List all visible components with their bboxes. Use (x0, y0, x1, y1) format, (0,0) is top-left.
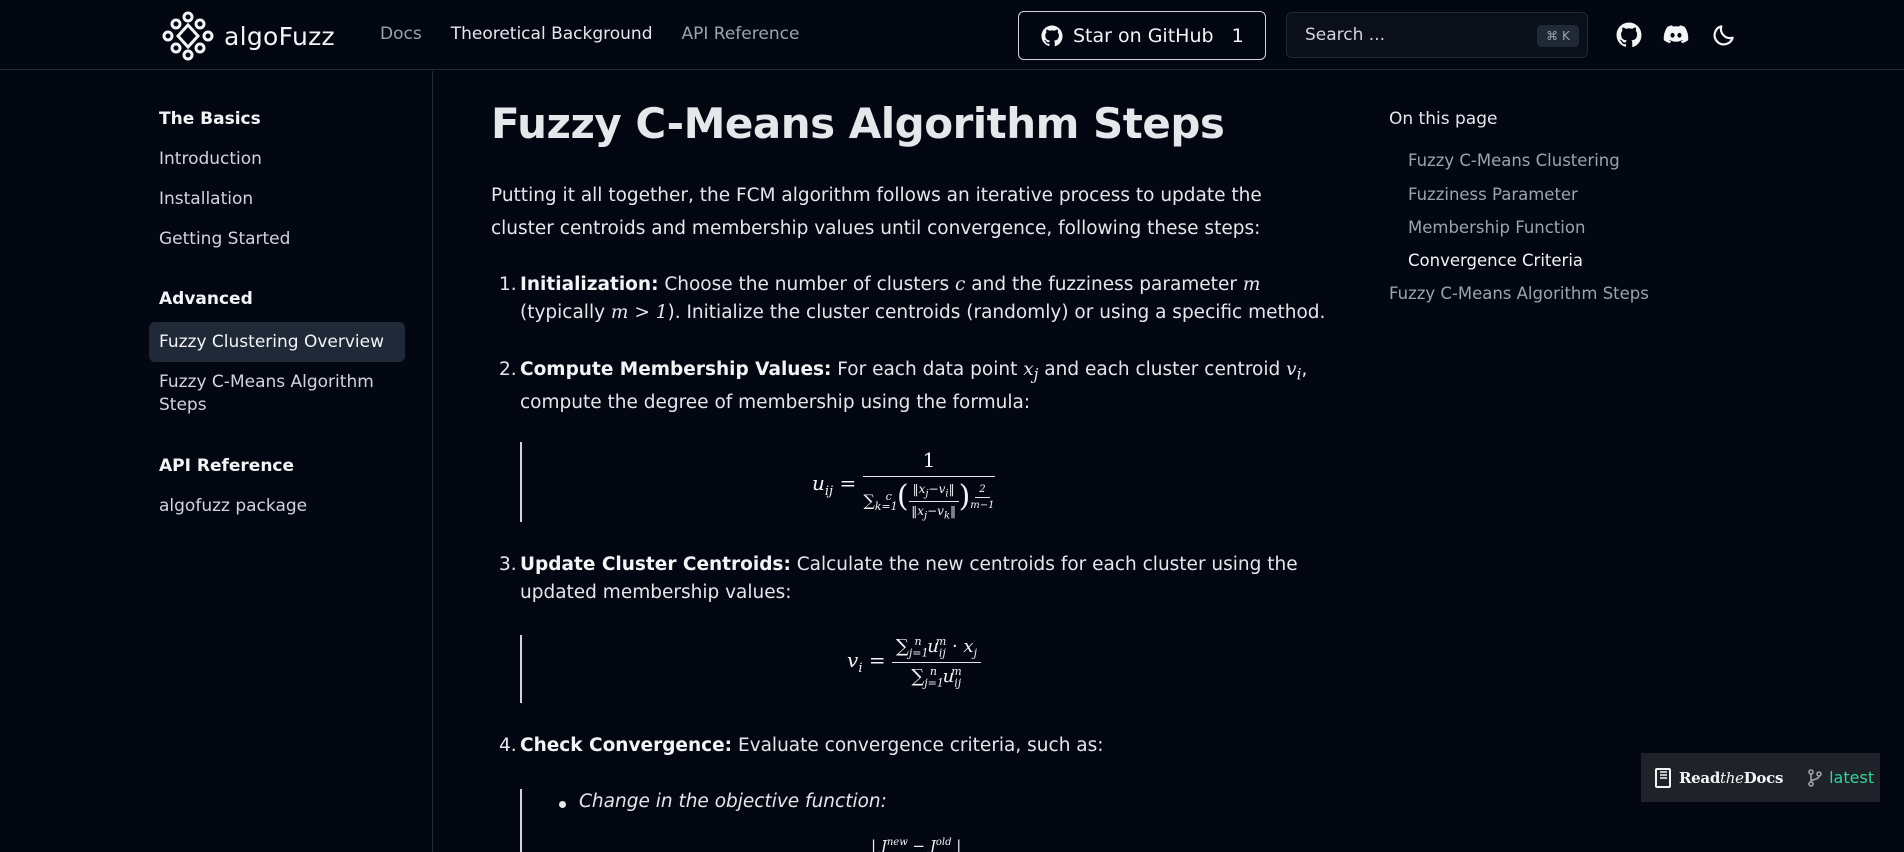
step-heading: Initialization: (520, 274, 659, 295)
github-icon[interactable] (1616, 22, 1642, 48)
toc-item-convergence-criteria[interactable]: Convergence Criteria (1408, 251, 1583, 270)
toc-item-membership-function[interactable]: Membership Function (1408, 218, 1585, 237)
nav-docs[interactable]: Docs (380, 24, 422, 44)
section-advanced: Advanced (159, 289, 253, 309)
step-number: 4. (499, 735, 517, 756)
formula-membership: uij = 1 ∑k=1c (‖xj−vi‖ ‖xj−vk‖) 2 m−1 (812, 448, 996, 522)
step-number: 3. (499, 554, 517, 575)
membership-formula: uij = 1 ∑k=1c (‖xj−vi‖ ‖xj−vk‖) 2 m−1 (520, 442, 1332, 522)
step-body: and the fuzziness parameter (965, 274, 1243, 295)
step-text: Compute Membership Values: For each data… (520, 356, 1340, 417)
search-placeholder: Search ... (1305, 25, 1386, 45)
step-heading: Compute Membership Values: (520, 359, 832, 380)
math-var: vi (1286, 359, 1302, 384)
sidebar-item-fcm-steps[interactable]: Fuzzy C-Means Algorithm Steps (159, 371, 389, 417)
page-title: Fuzzy C-Means Algorithm Steps (491, 99, 1225, 148)
search-shortcut: ⌘ K (1537, 25, 1579, 47)
toc-item-fcm-clustering[interactable]: Fuzzy C-Means Clustering (1408, 151, 1620, 170)
left-sidebar: The Basics Introduction Installation Get… (0, 71, 433, 852)
math-var: m (1242, 274, 1261, 295)
top-header: algoFuzz Docs Theoretical Background API… (0, 0, 1904, 70)
step-body: (typically (520, 302, 611, 323)
step-text: Update Cluster Centroids: Calculate the … (520, 551, 1340, 607)
math-var: c (955, 274, 966, 295)
bullet-objective-function: Change in the objective function: (559, 791, 887, 812)
toc-item-fcm-steps[interactable]: Fuzzy C-Means Algorithm Steps (1389, 284, 1649, 303)
formula-objective-partial: | Jnew − Jold | (871, 837, 962, 852)
step-body: Choose the number of clusters (658, 274, 956, 295)
logo-icon (162, 11, 214, 61)
discord-icon[interactable] (1663, 22, 1689, 48)
brand-logo[interactable]: algoFuzz (160, 11, 335, 61)
book-icon (1655, 767, 1671, 788)
sidebar-item-getting-started[interactable]: Getting Started (159, 228, 290, 251)
star-on-github-button[interactable]: Star on GitHub 1 (1018, 11, 1266, 60)
star-label: Star on GitHub (1073, 24, 1214, 47)
step-body: Evaluate convergence criteria, such as: (732, 735, 1104, 756)
sidebar-item-introduction[interactable]: Introduction (159, 148, 262, 171)
top-nav: Docs Theoretical Background API Referenc… (380, 24, 799, 44)
search-input[interactable]: Search ... ⌘ K (1286, 12, 1588, 58)
step-text: Check Convergence: Evaluate convergence … (520, 732, 1340, 760)
step-number: 2. (499, 359, 517, 380)
star-count: 1 (1231, 24, 1244, 47)
toc-title: On this page (1389, 109, 1498, 129)
step-body: ). Initialize the cluster centroids (ran… (667, 302, 1326, 323)
step-body: For each data point (831, 359, 1024, 380)
section-the-basics: The Basics (159, 109, 261, 129)
sidebar-item-installation[interactable]: Installation (159, 188, 253, 211)
step-heading: Update Cluster Centroids: (520, 554, 791, 575)
math-var: m > 1 (610, 302, 668, 323)
version-selector[interactable]: latest (1807, 768, 1874, 787)
intro-paragraph: Putting it all together, the FCM algorit… (491, 185, 1262, 239)
math-var: xj (1023, 359, 1039, 384)
step-body: and each cluster centroid (1038, 359, 1287, 380)
step-text: Initialization: Choose the number of clu… (520, 271, 1340, 327)
brand-name: algoFuzz (224, 21, 335, 51)
version-label: latest (1829, 768, 1875, 787)
step-heading: Check Convergence: (520, 735, 733, 756)
step-number: 1. (499, 274, 517, 295)
centroid-formula: vi = ∑j=1n uijm · xj ∑j=1n uijm (520, 635, 1332, 703)
nav-api-reference[interactable]: API Reference (682, 24, 800, 44)
branch-icon (1808, 768, 1822, 787)
sidebar-item-fuzzy-clustering-overview[interactable]: Fuzzy Clustering Overview (149, 322, 405, 362)
formula-centroid: vi = ∑j=1n uijm · xj ∑j=1n uijm (847, 635, 982, 689)
toc-item-fuzziness-parameter[interactable]: Fuzziness Parameter (1408, 185, 1578, 204)
nav-theoretical-background[interactable]: Theoretical Background (451, 24, 653, 44)
github-icon (1041, 24, 1063, 46)
rtd-label: ReadtheDocs (1679, 768, 1784, 787)
section-api-reference: API Reference (159, 456, 295, 476)
sidebar-item-algofuzz-package[interactable]: algofuzz package (159, 495, 307, 518)
moon-icon[interactable] (1711, 22, 1737, 48)
read-the-docs-badge[interactable]: ReadtheDocs latest (1641, 753, 1880, 802)
